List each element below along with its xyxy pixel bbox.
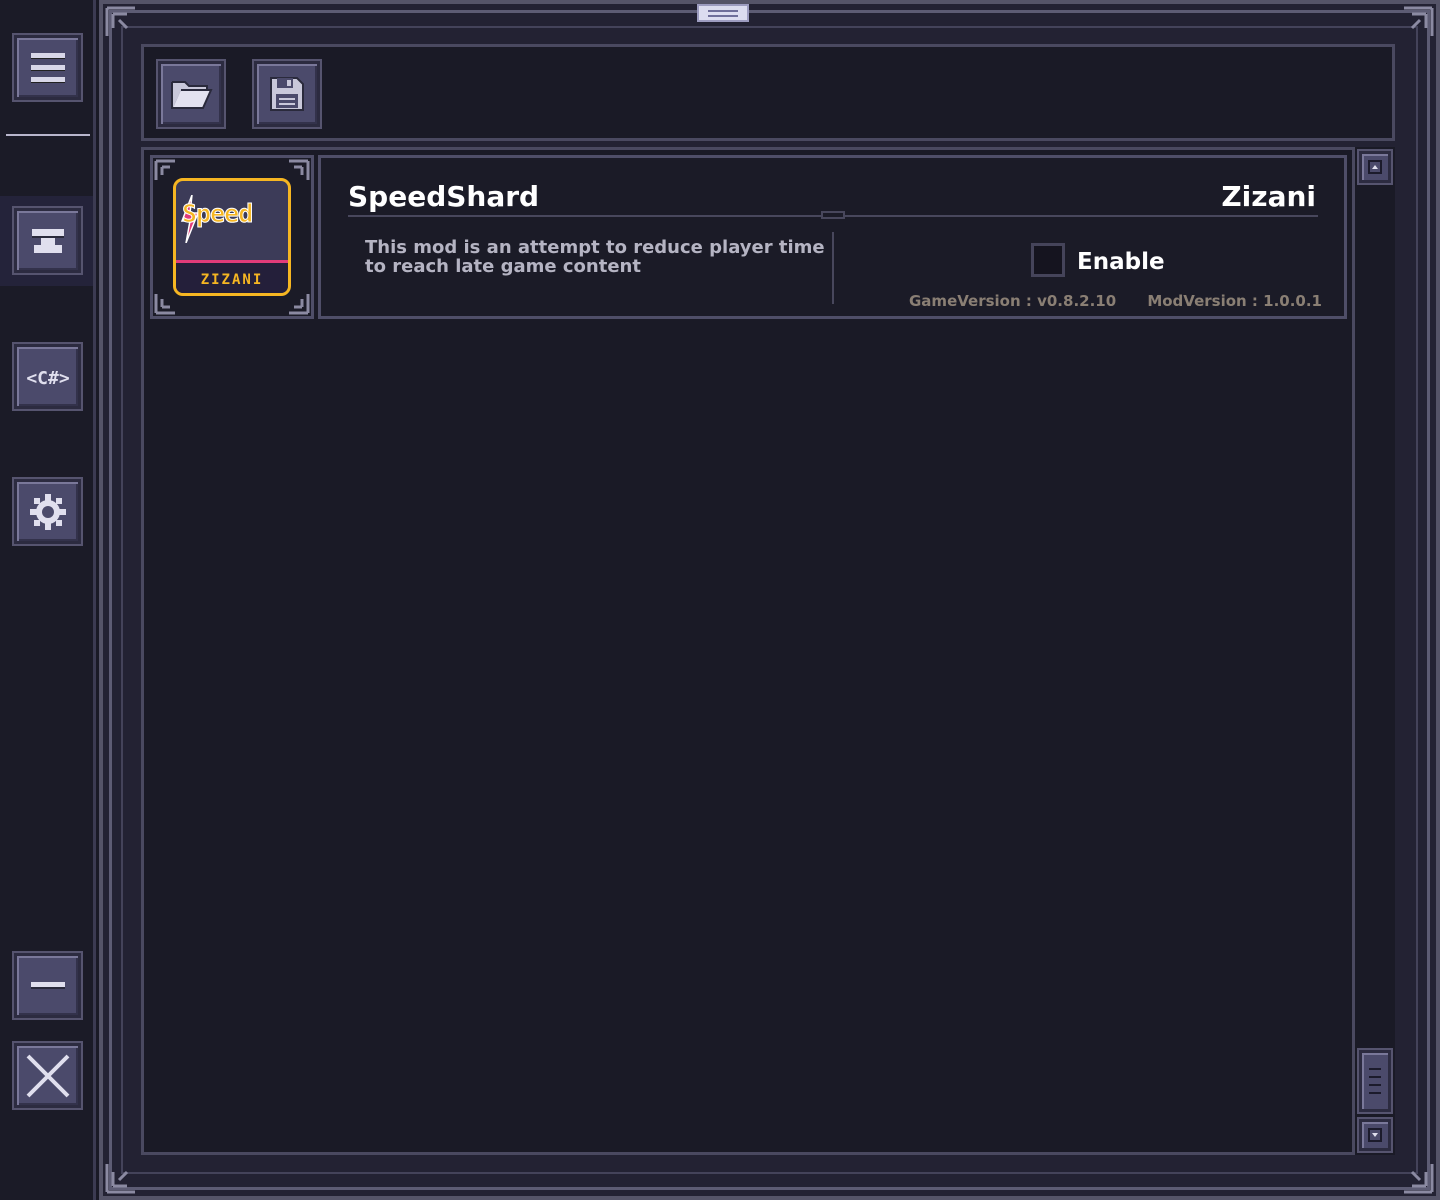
svg-text:<C#>: <C#> [26, 368, 70, 389]
mod-card: SpeedShard Zizani This mod is an attempt… [318, 155, 1347, 319]
scroll-up-button[interactable] [1359, 151, 1391, 183]
enable-checkbox[interactable] [1031, 243, 1065, 277]
gear-icon [29, 493, 66, 530]
mod-version: ModVersion : 1.0.0.1 [1147, 292, 1322, 310]
mods-button[interactable] [14, 208, 81, 273]
menu-button[interactable] [14, 35, 81, 100]
hamburger-menu-icon [30, 52, 65, 83]
floppy-disk-icon [270, 77, 304, 111]
arrow-up-icon [1368, 160, 1382, 174]
scroll-down-button[interactable] [1359, 1119, 1391, 1151]
anvil-icon [31, 228, 64, 253]
minimize-button[interactable] [14, 953, 81, 1018]
game-version: GameVersion : v0.8.2.10 [909, 292, 1117, 310]
arrow-down-icon [1368, 1128, 1382, 1142]
scrollbar[interactable] [1355, 147, 1395, 1155]
open-folder-button[interactable] [158, 61, 224, 127]
sidebar: <C#> [0, 0, 96, 1200]
enable-label[interactable]: Enable [1077, 249, 1165, 275]
code-button[interactable]: <C#> [14, 344, 81, 409]
mod-description: This mod is an attempt to reduce player … [365, 237, 825, 277]
toolbar [141, 44, 1395, 141]
save-button[interactable] [254, 61, 320, 127]
close-button[interactable] [14, 1043, 81, 1108]
mod-author: Zizani [1221, 180, 1316, 213]
mod-title: SpeedShard [348, 180, 540, 213]
mod-thumbnail: Speed ZIZANI [173, 178, 291, 296]
divider-ornament [821, 211, 845, 219]
mod-icon-frame: Speed ZIZANI [150, 155, 314, 319]
minus-icon [30, 981, 65, 989]
window-drag-handle[interactable] [697, 4, 749, 22]
folder-open-icon [171, 81, 213, 109]
thumbnail-word: Speed [181, 199, 253, 229]
settings-button[interactable] [14, 479, 81, 544]
close-icon [26, 1054, 69, 1097]
thumbnail-author: ZIZANI [200, 272, 264, 288]
scroll-thumb[interactable] [1359, 1050, 1391, 1112]
description-separator [832, 232, 834, 304]
sidebar-divider [6, 134, 90, 136]
csharp-code-icon: <C#> [26, 368, 70, 389]
